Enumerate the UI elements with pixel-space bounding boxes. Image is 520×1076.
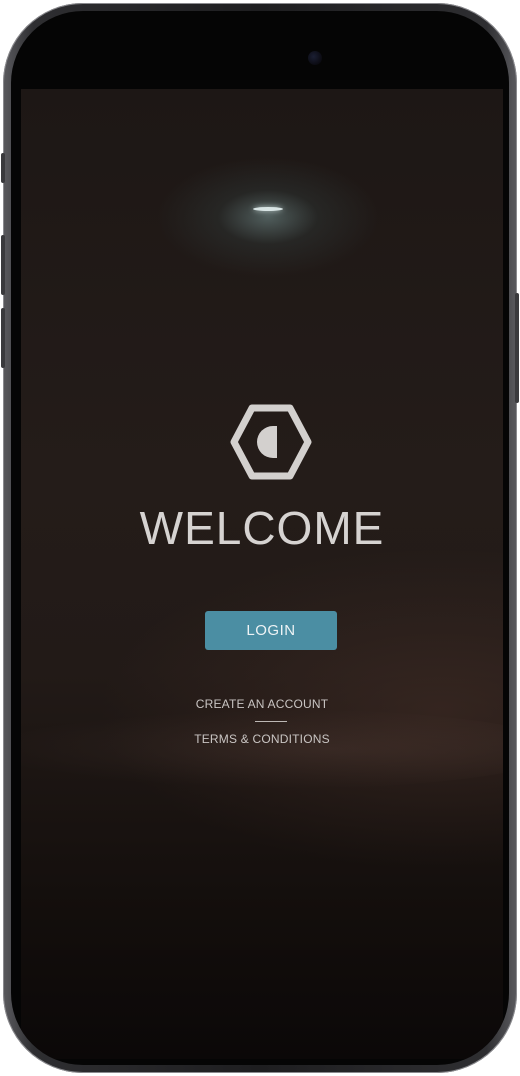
terms-conditions-link[interactable]: TERMS & CONDITIONS [21, 732, 503, 746]
hexagon-half-circle-logo-icon [230, 404, 312, 480]
phone-bezel: WELCOME LOGIN CREATE AN ACCOUNT TERMS & … [11, 11, 509, 1065]
volume-down-button [1, 308, 5, 368]
welcome-heading: WELCOME [139, 502, 385, 554]
login-button[interactable]: LOGIN [205, 611, 337, 650]
front-camera-icon [308, 51, 322, 65]
ceiling-light-icon [253, 207, 283, 211]
power-button [515, 293, 519, 403]
welcome-screen: WELCOME LOGIN CREATE AN ACCOUNT TERMS & … [21, 89, 503, 1059]
create-account-link[interactable]: CREATE AN ACCOUNT [21, 697, 503, 711]
volume-up-button [1, 235, 5, 295]
action-button [1, 153, 5, 183]
phone-frame: WELCOME LOGIN CREATE AN ACCOUNT TERMS & … [1, 3, 519, 1073]
link-divider [255, 721, 287, 722]
